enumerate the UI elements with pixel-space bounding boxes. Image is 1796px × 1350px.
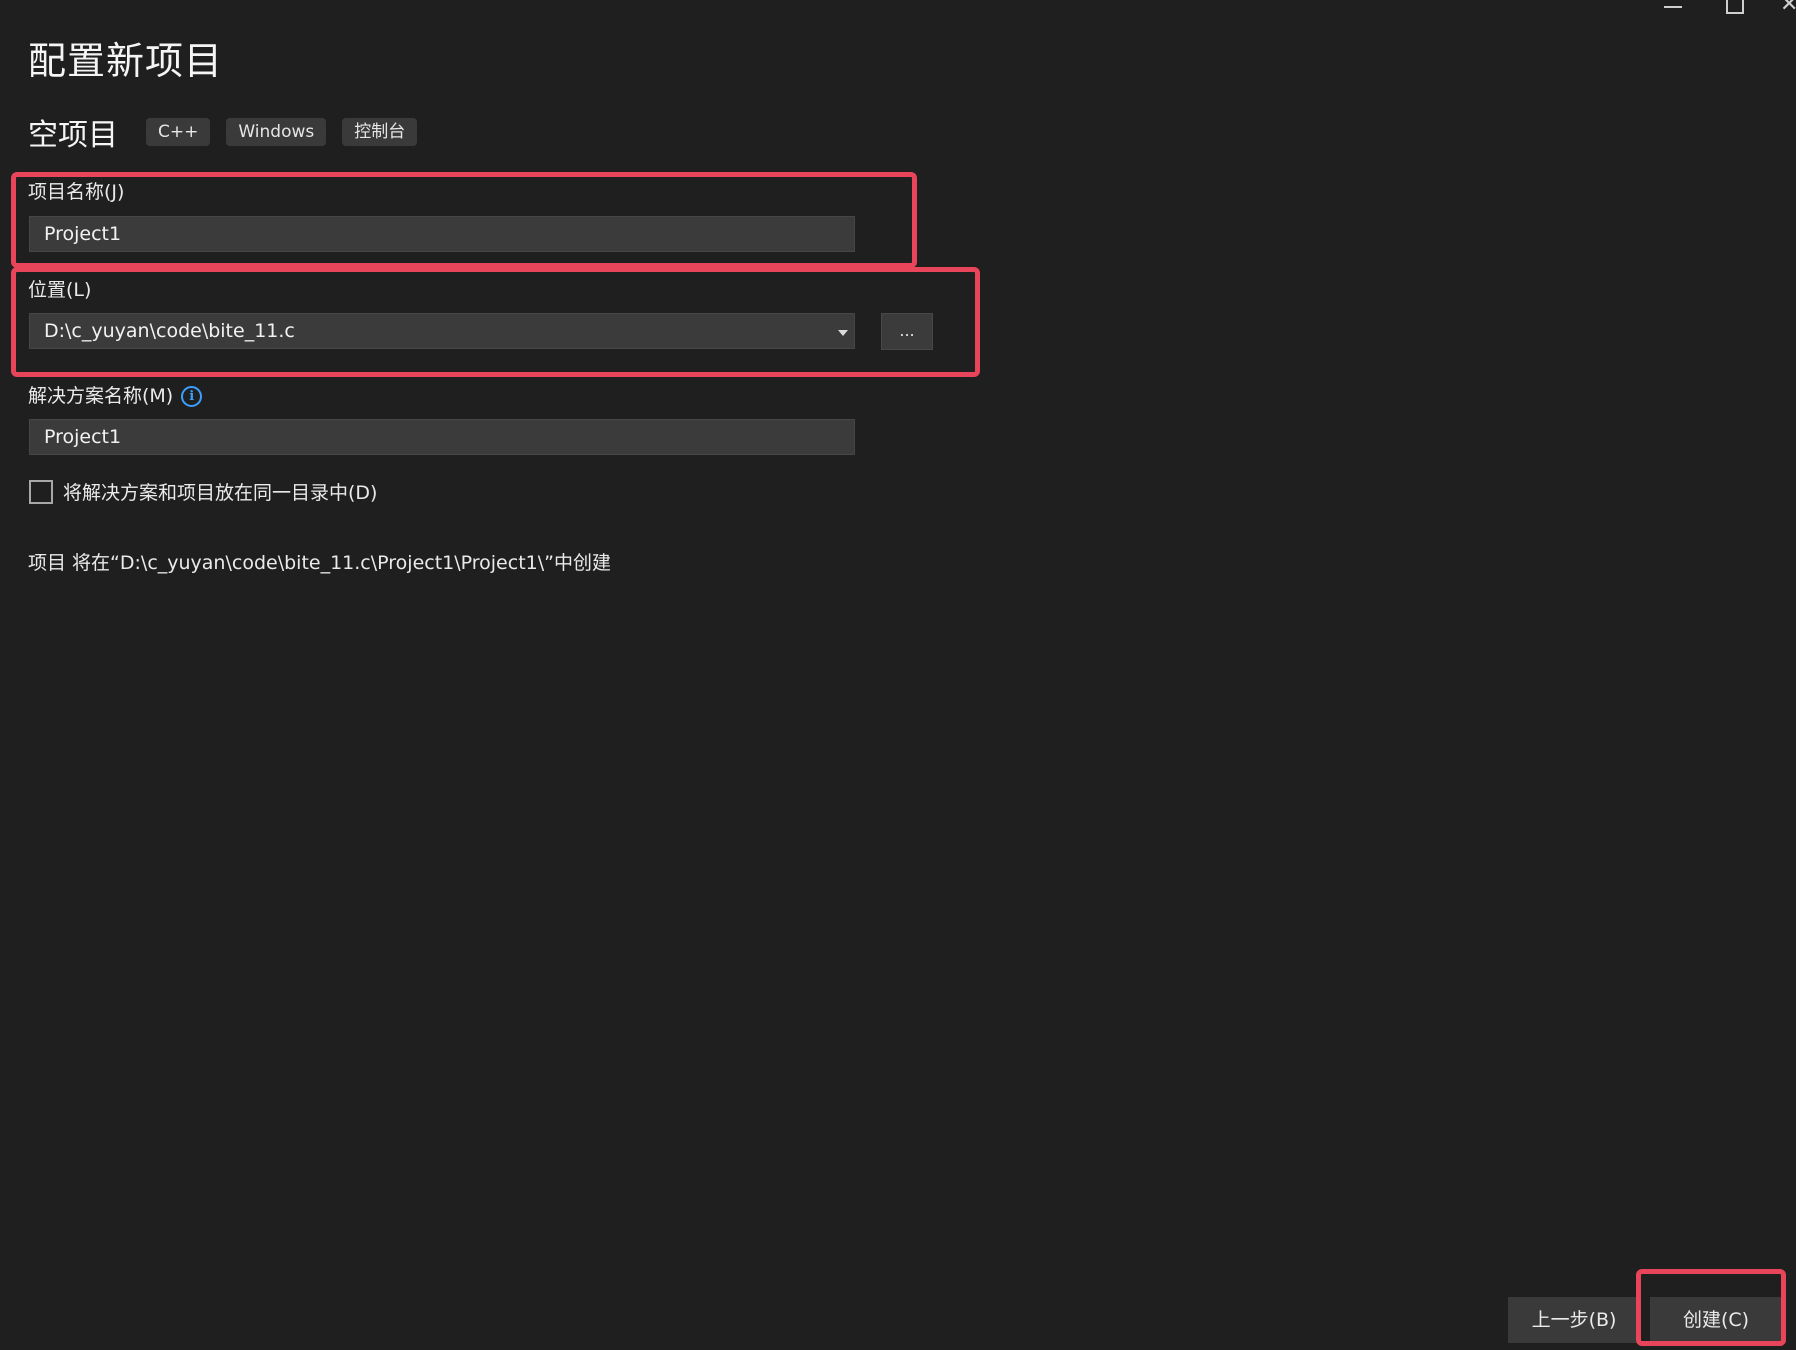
location-label: 位置(L): [28, 279, 92, 301]
location-combobox[interactable]: D:\c_yuyan\code\bite_11.c: [29, 313, 855, 349]
solution-name-label: 解决方案名称(M): [28, 385, 174, 407]
maximize-button[interactable]: [1726, 0, 1744, 14]
chevron-down-icon[interactable]: [838, 330, 848, 336]
close-button[interactable]: ✕: [1780, 0, 1796, 16]
same-directory-checkbox[interactable]: [29, 479, 53, 504]
location-value: D:\c_yuyan\code\bite_11.c: [44, 320, 295, 342]
tag-platform: Windows: [226, 118, 327, 146]
info-icon[interactable]: i: [181, 386, 203, 407]
solution-name-input[interactable]: Project1: [29, 419, 855, 455]
tag-project-type: 控制台: [342, 118, 418, 146]
back-button[interactable]: 上一步(B): [1508, 1297, 1640, 1343]
template-name: 空项目: [28, 118, 118, 153]
project-name-input[interactable]: Project1: [29, 216, 855, 252]
solution-name-label-row: 解决方案名称(M) i: [28, 381, 203, 408]
same-directory-label[interactable]: 将解决方案和项目放在同一目录中(D): [63, 478, 377, 505]
same-directory-option[interactable]: 将解决方案和项目放在同一目录中(D): [29, 478, 377, 505]
project-path-info: 项目 将在“D:\c_yuyan\code\bite_11.c\Project1…: [28, 552, 611, 574]
project-name-label: 项目名称(J): [28, 181, 125, 203]
page-title: 配置新项目: [28, 39, 224, 83]
template-summary: 空项目 C++ Windows 控制台: [28, 110, 433, 154]
tag-language: C++: [146, 118, 211, 146]
browse-button[interactable]: ...: [881, 313, 933, 350]
create-button[interactable]: 创建(C): [1650, 1297, 1782, 1343]
